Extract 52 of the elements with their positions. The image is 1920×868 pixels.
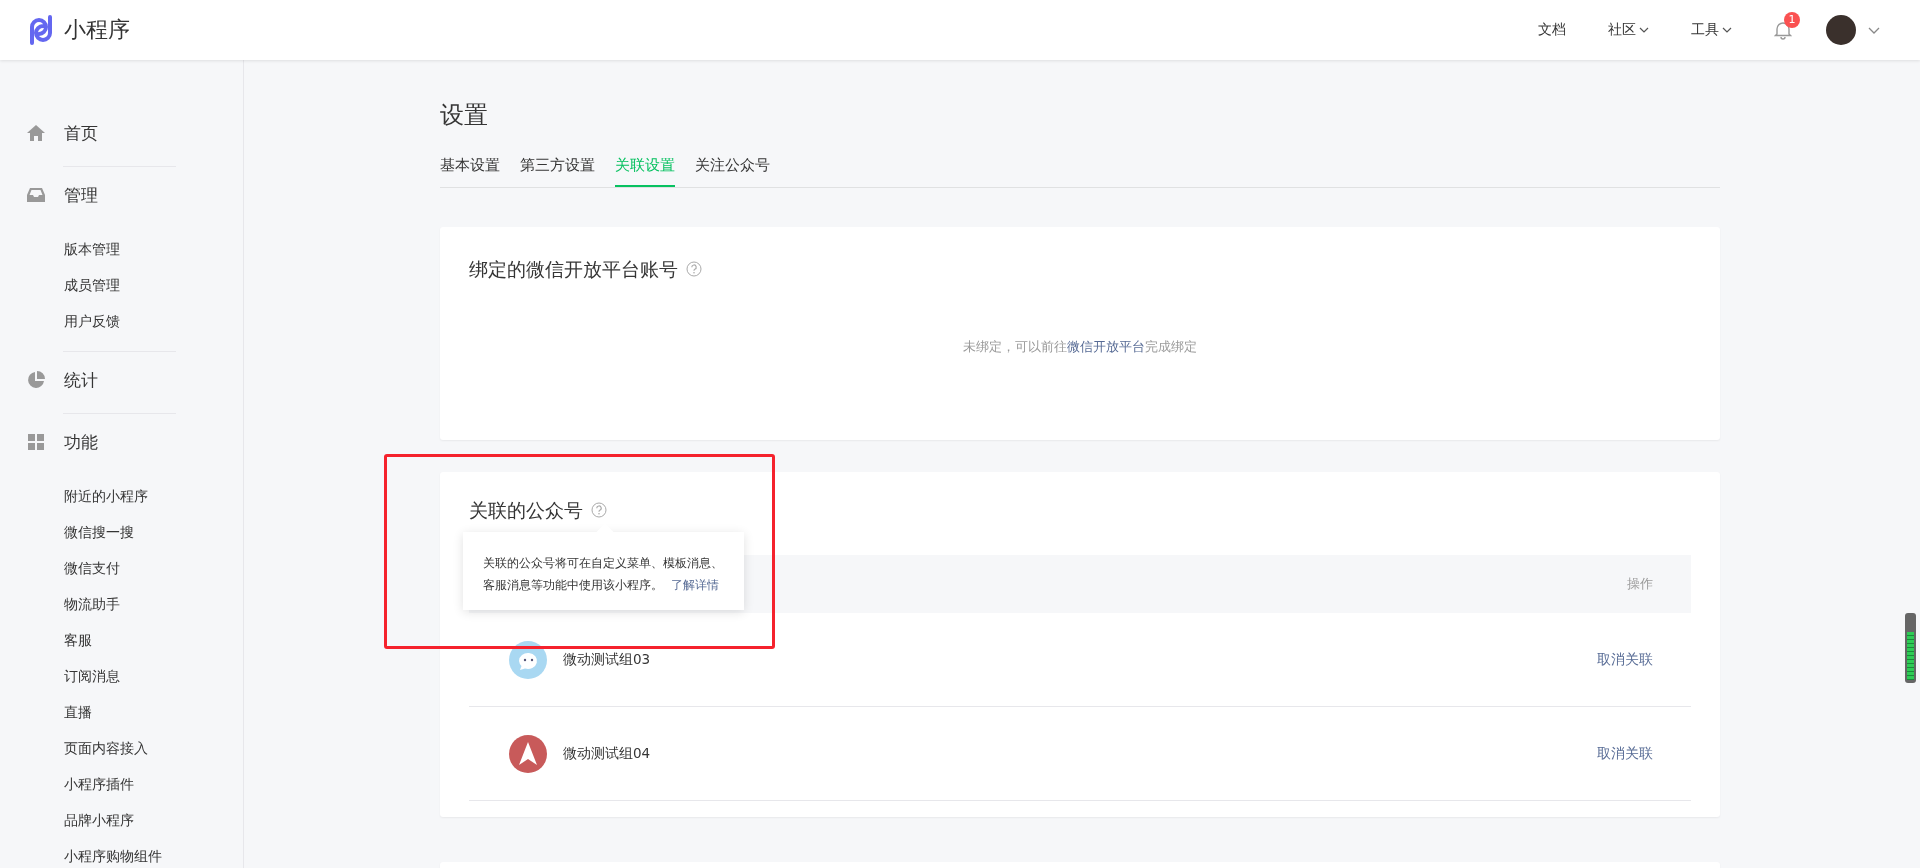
- chat-bubble-avatar-icon: [509, 640, 547, 679]
- learn-more-link[interactable]: 了解详情: [670, 578, 719, 592]
- tooltip-text: 关联的公众号将可在自定义菜单、模板消息、客服消息等功能中使用该小程序。 了解详情: [483, 555, 724, 594]
- sidebar-subitem[interactable]: 用户反馈: [0, 303, 243, 339]
- tab[interactable]: 关注公众号: [695, 145, 770, 187]
- open-platform-link[interactable]: 微信开放平台: [1067, 339, 1145, 354]
- meter-widget-drawing: [1905, 613, 1916, 683]
- sidebar-subitem[interactable]: 版本管理: [0, 231, 243, 267]
- sidebar-subitem[interactable]: 页面内容接入: [0, 730, 243, 766]
- app-title: 小程序: [64, 16, 130, 44]
- sidebar-item[interactable]: 统计: [0, 352, 243, 408]
- tab[interactable]: 第三方设置: [520, 145, 595, 187]
- help-icon[interactable]: [591, 502, 607, 518]
- card-title: 绑定的微信开放平台账号: [469, 257, 678, 282]
- sidebar-item[interactable]: 管理: [0, 167, 243, 223]
- account-name: 微动测试组03: [563, 650, 652, 669]
- notification-badge: 1: [1784, 12, 1800, 28]
- unlink-link[interactable]: 取消关联: [1597, 650, 1653, 669]
- nav-link[interactable]: 工具: [1691, 21, 1732, 39]
- sidebar-subitem[interactable]: 客服: [0, 622, 243, 658]
- card-title: 关联的公众号: [469, 498, 583, 523]
- column-header: 操作: [1627, 575, 1653, 593]
- caret-icon: [1722, 27, 1732, 33]
- empty-message: 未绑定，可以前往: [963, 339, 1067, 354]
- sidebar-subitem[interactable]: 直播: [0, 694, 243, 730]
- sidebar-item[interactable]: 功能: [0, 414, 243, 470]
- arrow-avatar-icon: [509, 734, 547, 773]
- nav-link[interactable]: 社区: [1608, 21, 1649, 39]
- tab[interactable]: 基本设置: [440, 145, 500, 187]
- grid-icon: [27, 433, 45, 451]
- sidebar-subitem[interactable]: 成员管理: [0, 267, 243, 303]
- sidebar-subitem[interactable]: 小程序购物组件: [0, 838, 243, 868]
- caret-icon[interactable]: [1868, 26, 1880, 34]
- sidebar-subitem[interactable]: 微信支付: [0, 550, 243, 586]
- sidebar-item[interactable]: 首页: [0, 105, 243, 161]
- help-icon[interactable]: [686, 261, 702, 277]
- sidebar-subitem[interactable]: 品牌小程序: [0, 802, 243, 838]
- pie-chart-icon: [27, 371, 45, 389]
- user-avatar[interactable]: [1826, 15, 1856, 45]
- sidebar-subitem[interactable]: 微信搜一搜: [0, 514, 243, 550]
- sidebar-subitem[interactable]: 小程序插件: [0, 766, 243, 802]
- home-icon: [27, 124, 45, 142]
- unlink-link[interactable]: 取消关联: [1597, 744, 1653, 763]
- inbox-icon: [27, 186, 45, 204]
- sidebar-subitem[interactable]: 订阅消息: [0, 658, 243, 694]
- nav-link[interactable]: 文档: [1538, 21, 1566, 39]
- account-name: 微动测试组04: [563, 744, 652, 763]
- page-title: 设置: [440, 100, 489, 131]
- sidebar-subitem[interactable]: 附近的小程序: [0, 478, 243, 514]
- empty-message: 完成绑定: [1145, 339, 1197, 354]
- caret-icon: [1639, 27, 1649, 33]
- sidebar-subitem[interactable]: 物流助手: [0, 586, 243, 622]
